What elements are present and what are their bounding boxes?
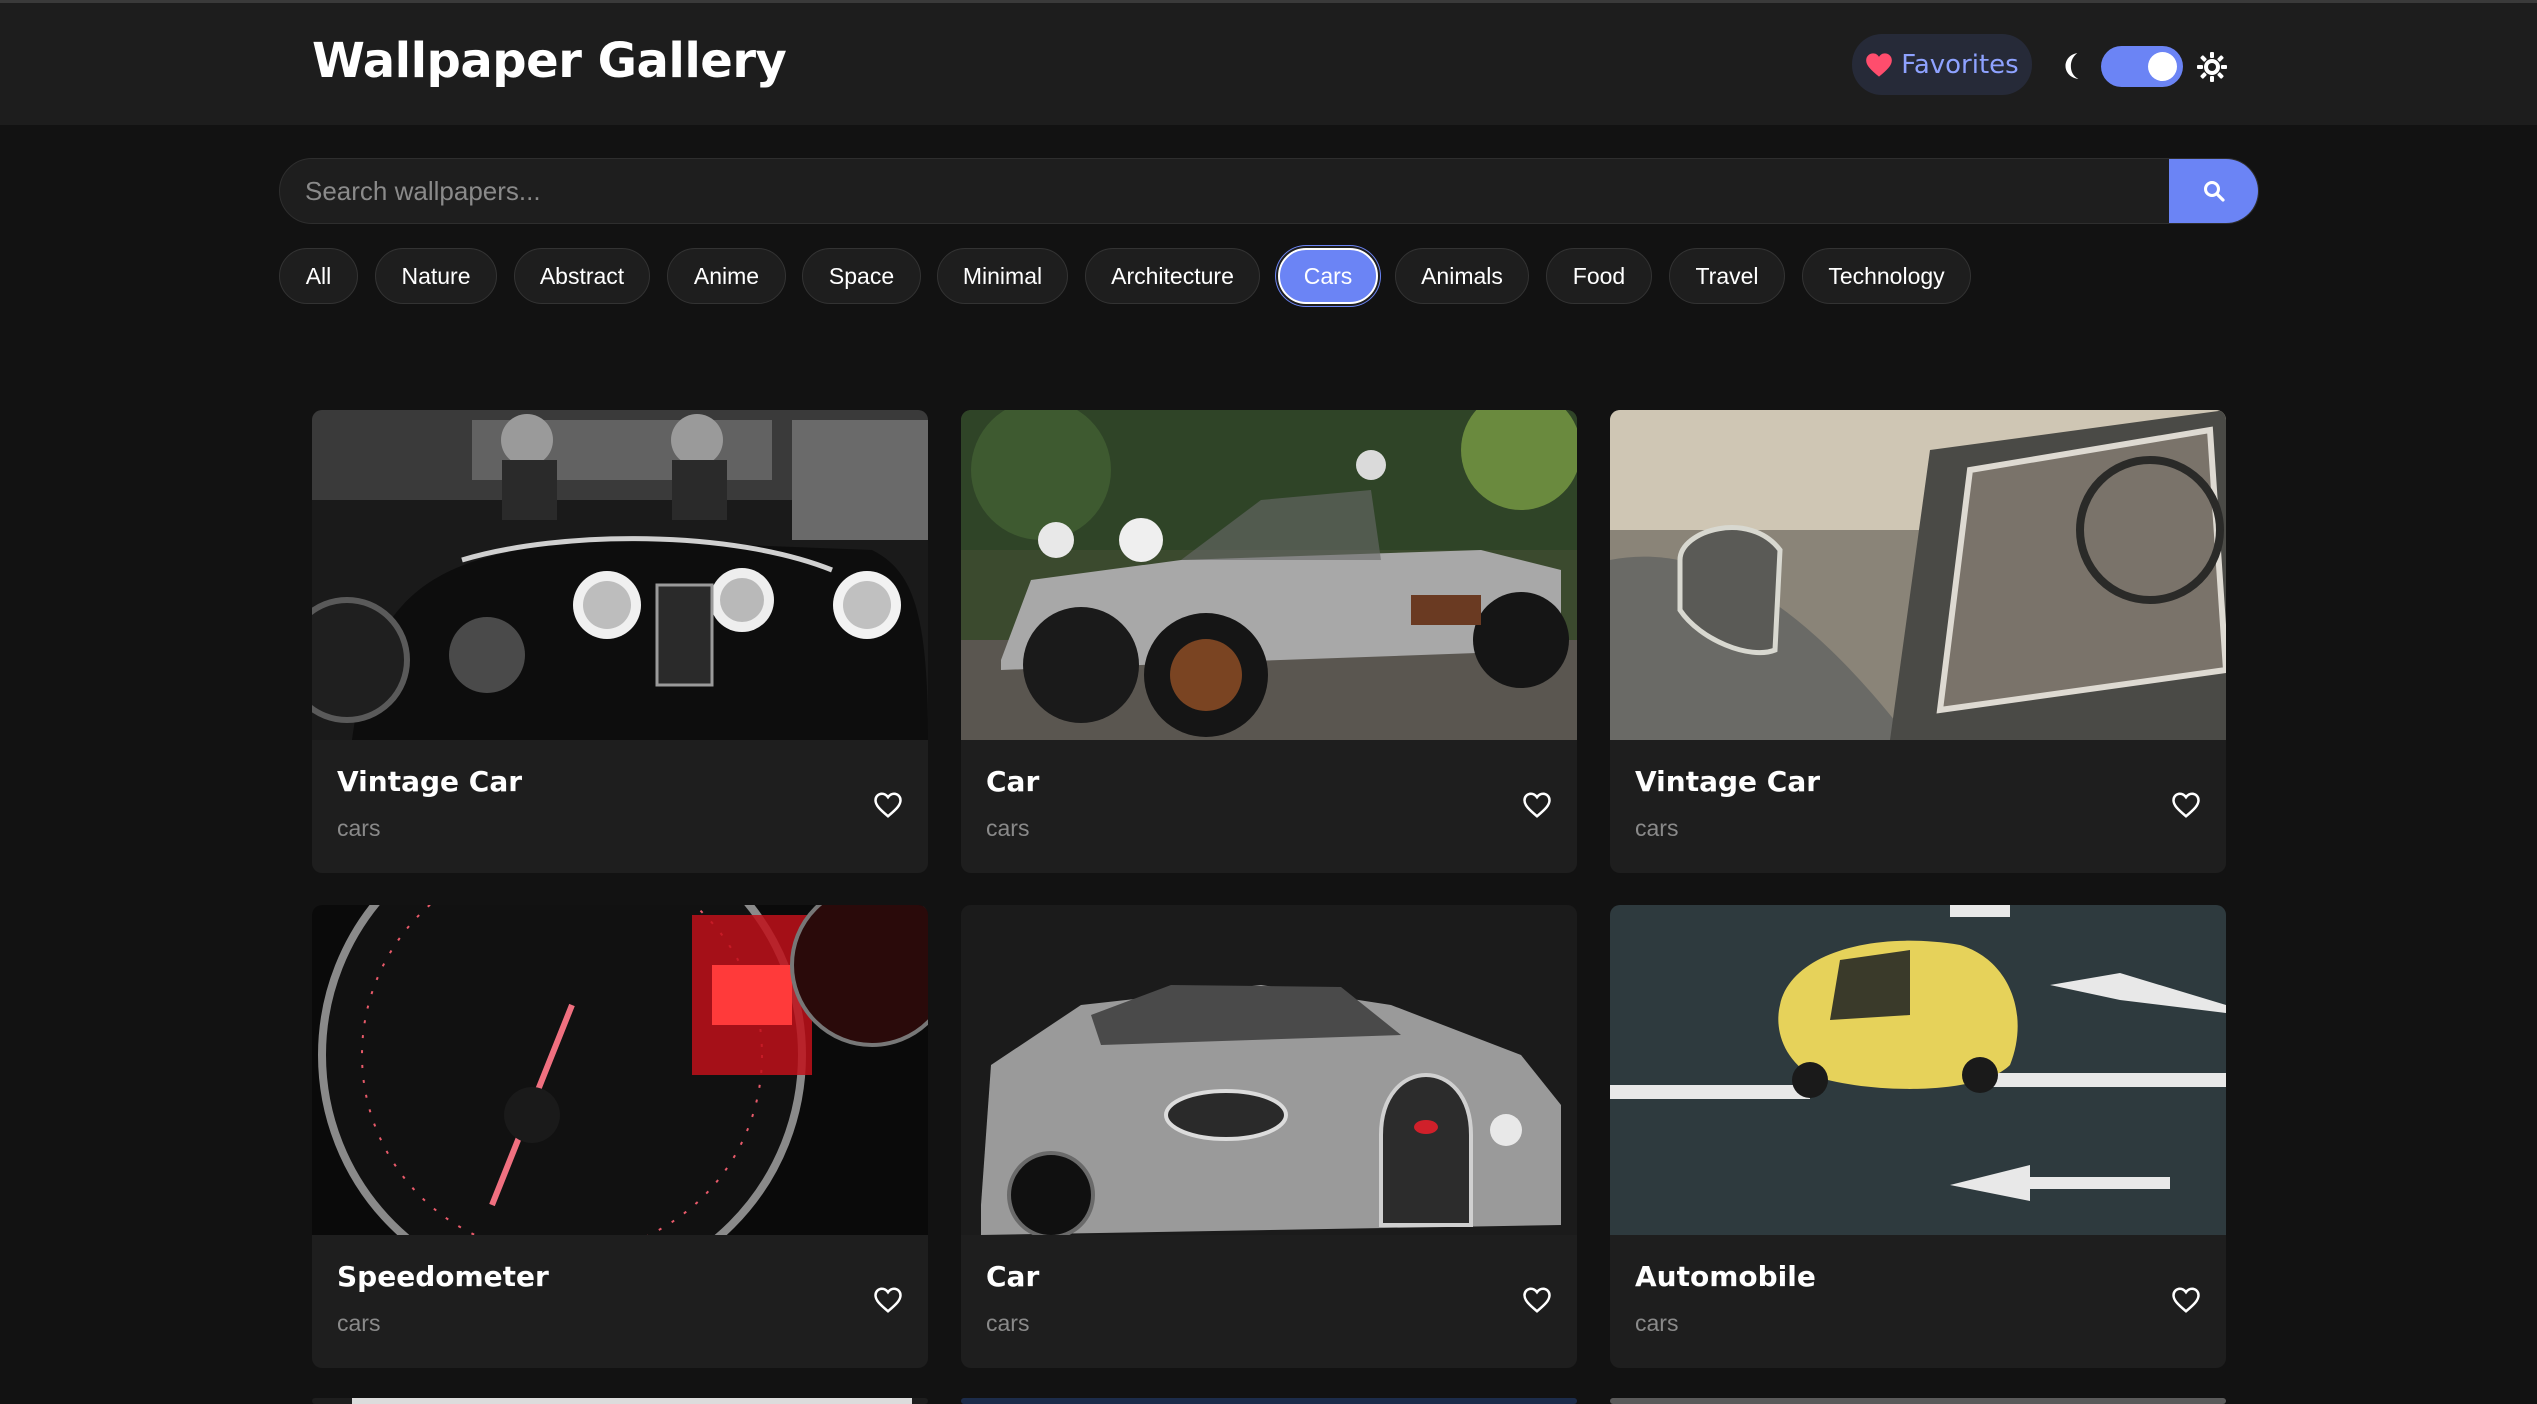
vintage-car-mirror-image bbox=[1610, 410, 2226, 740]
category-chip-minimal[interactable]: Minimal bbox=[937, 248, 1068, 304]
category-chip-nature[interactable]: Nature bbox=[375, 248, 497, 304]
wallpaper-title: Car bbox=[986, 765, 1040, 798]
heart-icon bbox=[1866, 52, 1893, 77]
wallpaper-thumbnail[interactable] bbox=[961, 410, 1577, 740]
theme-toggle-knob bbox=[2148, 52, 2177, 81]
wallpaper-title: Vintage Car bbox=[337, 765, 523, 798]
wallpaper-thumbnail[interactable] bbox=[1610, 905, 2226, 1235]
sun-icon[interactable] bbox=[2197, 52, 2227, 82]
category-chip-animals[interactable]: Animals bbox=[1395, 248, 1529, 304]
wallpaper-card[interactable]: Speedometer cars bbox=[312, 905, 928, 1368]
wallpaper-thumbnail bbox=[1610, 1398, 2226, 1404]
wallpaper-thumbnail bbox=[961, 1398, 1577, 1404]
vintage-car-bw-image bbox=[312, 410, 928, 740]
theme-toggle[interactable] bbox=[2101, 46, 2183, 87]
yellow-car-road-image bbox=[1610, 905, 2226, 1235]
search-input[interactable] bbox=[280, 159, 2170, 223]
favorites-label: Favorites bbox=[1901, 49, 2019, 80]
search-button[interactable] bbox=[2169, 159, 2258, 223]
heart-outline-icon[interactable] bbox=[2171, 1286, 2201, 1314]
wallpaper-card[interactable]: Vintage Car cars bbox=[312, 410, 928, 873]
wallpaper-title: Car bbox=[986, 1260, 1040, 1293]
wallpaper-category: cars bbox=[986, 815, 1030, 841]
wallpaper-category: cars bbox=[1635, 815, 1679, 841]
wallpaper-title: Speedometer bbox=[337, 1260, 549, 1293]
wallpaper-category: cars bbox=[1635, 1310, 1679, 1336]
speedometer-image bbox=[312, 905, 928, 1235]
category-chip-food[interactable]: Food bbox=[1546, 248, 1652, 304]
heart-outline-icon[interactable] bbox=[1522, 791, 1552, 819]
wallpaper-card[interactable]: Car cars bbox=[961, 410, 1577, 873]
wallpaper-category: cars bbox=[337, 815, 381, 841]
app-header: Wallpaper Gallery Favorites bbox=[0, 3, 2537, 125]
app-title: Wallpaper Gallery bbox=[312, 33, 787, 89]
wallpaper-category: cars bbox=[986, 1310, 1030, 1336]
heart-outline-icon[interactable] bbox=[2171, 791, 2201, 819]
wallpaper-thumbnail bbox=[352, 1398, 912, 1404]
category-chip-travel[interactable]: Travel bbox=[1669, 248, 1785, 304]
wallpaper-thumbnail[interactable] bbox=[1610, 410, 2226, 740]
wallpaper-title: Vintage Car bbox=[1635, 765, 1821, 798]
category-chip-abstract[interactable]: Abstract bbox=[514, 248, 650, 304]
search-bar bbox=[279, 158, 2259, 224]
heart-outline-icon[interactable] bbox=[873, 791, 903, 819]
category-chip-cars[interactable]: Cars bbox=[1278, 248, 1378, 304]
wallpaper-card[interactable]: Automobile cars bbox=[1610, 905, 2226, 1368]
category-chip-architecture[interactable]: Architecture bbox=[1085, 248, 1260, 304]
wallpaper-thumbnail[interactable] bbox=[312, 410, 928, 740]
silver-vintage-car-image bbox=[961, 410, 1577, 740]
wallpaper-thumbnail[interactable] bbox=[961, 905, 1577, 1235]
wallpaper-card-partial[interactable] bbox=[312, 1398, 928, 1404]
category-chip-anime[interactable]: Anime bbox=[667, 248, 786, 304]
search-icon bbox=[2203, 181, 2225, 202]
wallpaper-category: cars bbox=[337, 1310, 381, 1336]
silver-sports-car-image bbox=[961, 905, 1577, 1235]
heart-outline-icon[interactable] bbox=[873, 1286, 903, 1314]
category-chip-technology[interactable]: Technology bbox=[1802, 248, 1971, 304]
wallpaper-card[interactable]: Car cars bbox=[961, 905, 1577, 1368]
favorites-button[interactable]: Favorites bbox=[1852, 34, 2032, 95]
wallpaper-card-partial[interactable] bbox=[1610, 1398, 2226, 1404]
wallpaper-card-partial[interactable] bbox=[961, 1398, 1577, 1404]
wallpaper-thumbnail[interactable] bbox=[312, 905, 928, 1235]
category-chip-all[interactable]: All bbox=[279, 248, 358, 304]
moon-icon[interactable] bbox=[2060, 51, 2086, 81]
wallpaper-title: Automobile bbox=[1635, 1260, 1816, 1293]
wallpaper-card[interactable]: Vintage Car cars bbox=[1610, 410, 2226, 873]
heart-outline-icon[interactable] bbox=[1522, 1286, 1552, 1314]
category-chip-space[interactable]: Space bbox=[802, 248, 921, 304]
